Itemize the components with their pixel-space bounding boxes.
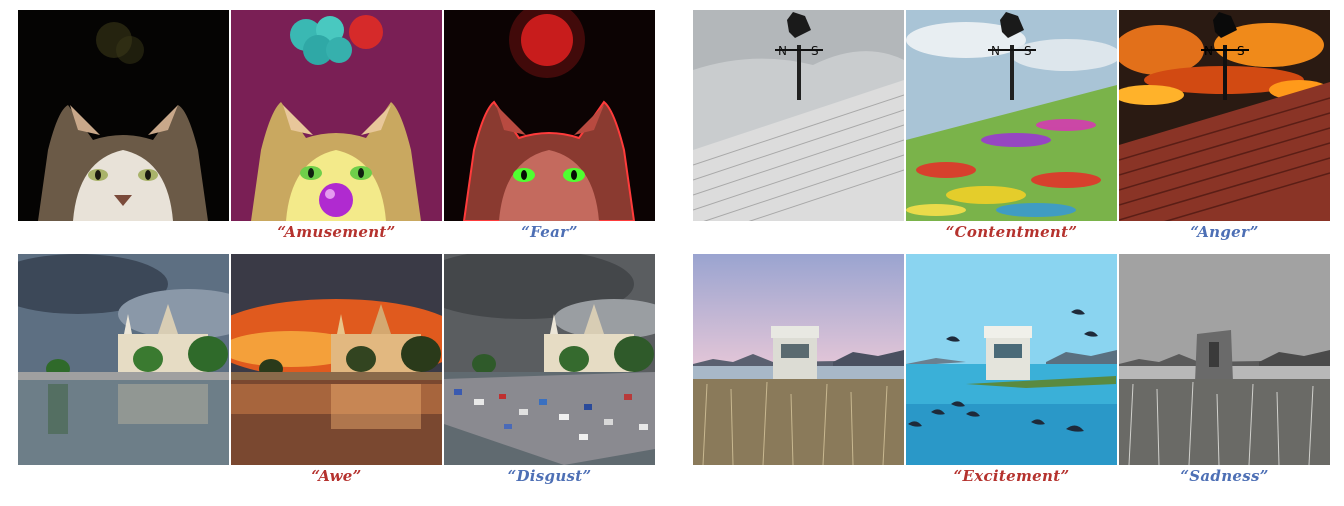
caption-excitement: “Excitement”	[953, 467, 1070, 485]
castle-awe-image	[231, 254, 442, 465]
caption-sadness: “Sadness”	[1180, 467, 1269, 485]
tower-excitement-image	[906, 254, 1117, 465]
caption-contentment: “Contentment”	[945, 223, 1078, 241]
caption-disgust: “Disgust”	[507, 467, 592, 485]
castle-original-image	[18, 254, 229, 465]
caption-awe: “Awe”	[311, 467, 362, 485]
tower-sadness-image	[1119, 254, 1330, 465]
tower-original-image	[693, 254, 904, 465]
caption-anger: “Anger”	[1190, 223, 1259, 241]
cat-amusement-image	[231, 10, 442, 221]
cat-fear-image	[444, 10, 655, 221]
castle-disgust-image	[444, 254, 655, 465]
weathervane-original-image: N S	[693, 10, 904, 221]
caption-amusement: “Amusement”	[277, 223, 396, 241]
caption-fear: “Fear”	[521, 223, 578, 241]
cat-original-image	[18, 10, 229, 221]
weathervane-anger-image: N S	[1119, 10, 1330, 221]
weathervane-contentment-image: N S	[906, 10, 1117, 221]
